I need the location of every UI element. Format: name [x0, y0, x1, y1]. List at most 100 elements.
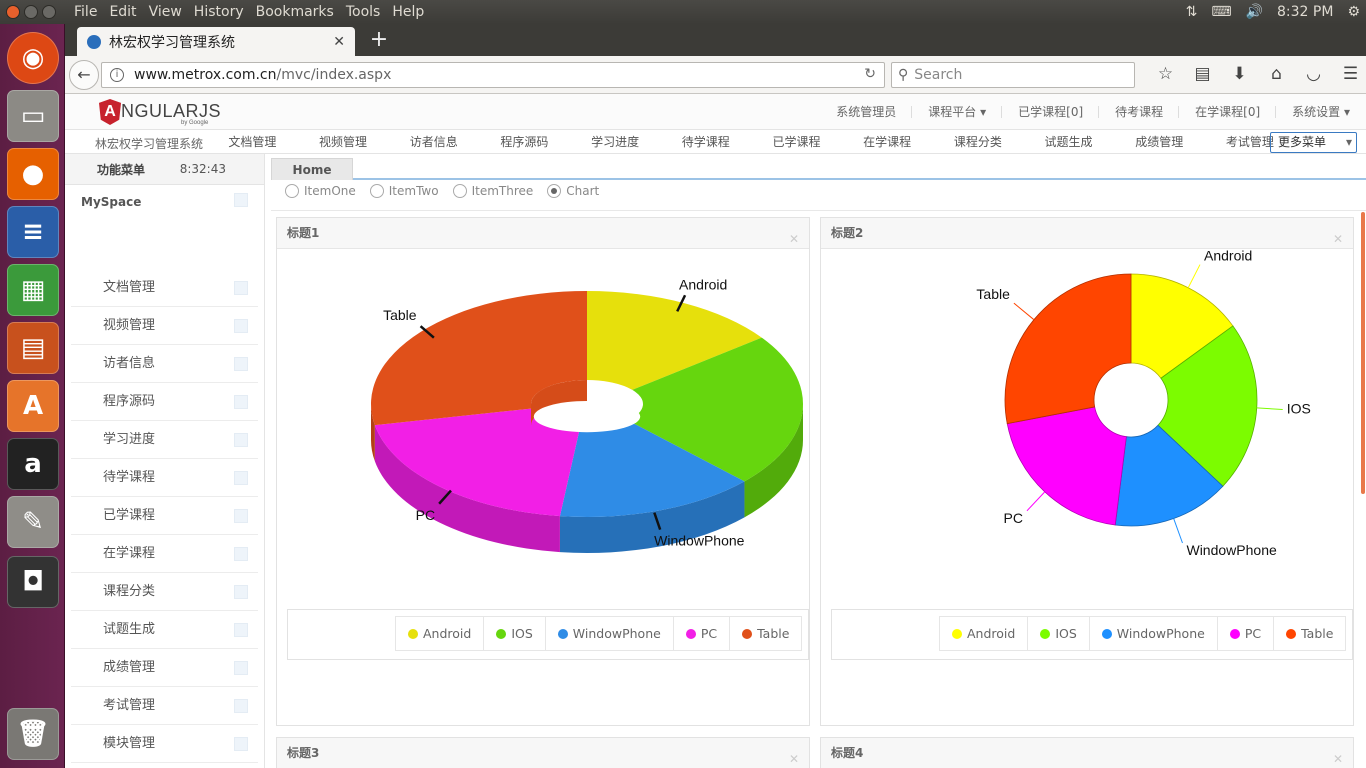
app-menubar: File Edit View History Bookmarks Tools H… [68, 4, 430, 20]
panel-close-icon[interactable]: ✕ [789, 744, 799, 768]
files-icon[interactable]: ▭ [7, 90, 59, 142]
menu-view[interactable]: View [143, 4, 188, 20]
sidebar-item[interactable]: 程序源码 [71, 383, 258, 421]
sidebar-item-label: 考试管理 [103, 698, 156, 713]
legend-item[interactable]: WindowPhone [1090, 617, 1218, 650]
window-close-icon[interactable] [6, 5, 20, 19]
nav-system-settings[interactable]: 系统设置 ▾ [1276, 94, 1366, 130]
subnav-item[interactable]: 成绩管理 [1114, 130, 1205, 154]
legend-item[interactable]: Android [940, 617, 1029, 650]
menu-bookmarks[interactable]: Bookmarks [250, 4, 340, 20]
tab-home[interactable]: Home [271, 158, 353, 180]
radio-itemthree[interactable]: ItemThree [452, 184, 533, 198]
nav-pending-exams[interactable]: 待考课程 [1099, 94, 1180, 130]
logo-byline: by Google [181, 120, 209, 126]
bookmark-star-icon[interactable]: ☆ [1147, 64, 1184, 84]
subnav-item[interactable]: 课程分类 [933, 130, 1024, 154]
sidebar-item[interactable]: 试题生成 [71, 611, 258, 649]
sidebar-item[interactable]: 模块管理 [71, 725, 258, 763]
menu-file[interactable]: File [68, 4, 103, 20]
window-minimize-icon[interactable] [24, 5, 38, 19]
subnav-item[interactable]: 程序源码 [479, 130, 570, 154]
calc-icon[interactable]: ▦ [7, 264, 59, 316]
reading-list-icon[interactable]: ▤ [1184, 64, 1221, 84]
menu-help[interactable]: Help [386, 4, 430, 20]
subnav-item[interactable]: 文档管理 [207, 130, 298, 154]
hamburger-menu-icon[interactable]: ☰ [1332, 64, 1366, 84]
sidebar-header: 功能菜单 8:32:43 [65, 154, 264, 185]
nav-learned-courses[interactable]: 已学课程[0] [1002, 94, 1100, 130]
home-icon[interactable]: ⌂ [1258, 64, 1295, 84]
angularjs-logo[interactable]: A NGULARJS by Google [99, 98, 221, 126]
myspace-label[interactable]: MySpace [81, 195, 141, 209]
amazon-icon[interactable]: a [7, 438, 59, 490]
reload-icon[interactable]: ↻ [864, 66, 876, 82]
radio-itemone[interactable]: ItemOne [285, 184, 356, 198]
subnav-item[interactable]: 已学课程 [751, 130, 842, 154]
legend-item[interactable]: WindowPhone [546, 617, 674, 650]
legend-item[interactable]: IOS [1028, 617, 1090, 650]
menu-tools[interactable]: Tools [340, 4, 387, 20]
downloads-icon[interactable]: ⬇ [1221, 64, 1258, 84]
sidebar-item[interactable]: 考试管理 [71, 687, 258, 725]
software-center-icon[interactable]: A [7, 380, 59, 432]
browser-tab[interactable]: 林宏权学习管理系统 ✕ [77, 27, 355, 56]
pocket-icon[interactable]: ◡ [1295, 64, 1332, 84]
ubuntu-dash-icon[interactable]: ◉ [7, 32, 59, 84]
legend-item[interactable]: PC [1218, 617, 1275, 650]
keyboard-icon[interactable]: ⌨ [1211, 4, 1231, 20]
firefox-icon[interactable]: ● [7, 148, 59, 200]
myspace-toggle-icon[interactable] [234, 193, 248, 207]
sidebar-item[interactable]: 成绩管理 [71, 649, 258, 687]
subnav-item[interactable]: 学习进度 [570, 130, 661, 154]
panel-close-icon[interactable]: ✕ [1333, 744, 1343, 768]
legend-item[interactable]: IOS [484, 617, 546, 650]
legend-item[interactable]: Table [1274, 617, 1345, 650]
radio-itemtwo[interactable]: ItemTwo [369, 184, 439, 198]
sidebar-item[interactable]: 课程分类 [71, 573, 258, 611]
trash-icon[interactable]: 🗑 [7, 708, 59, 760]
sidebar-item[interactable]: 在学课程 [71, 535, 258, 573]
sidebar-item[interactable]: 访者信息 [71, 345, 258, 383]
clock[interactable]: 8:32 PM [1277, 4, 1333, 20]
legend-item[interactable]: Android [396, 617, 485, 650]
sidebar-item-icon [234, 547, 248, 561]
volume-icon[interactable]: 🔊 [1246, 4, 1263, 20]
pie-slice[interactable] [1004, 273, 1132, 425]
page-scrollbar[interactable] [1361, 212, 1365, 494]
sidebar-item[interactable]: 已学课程 [71, 497, 258, 535]
pie-slice[interactable] [1006, 406, 1127, 526]
site-info-icon[interactable]: i [110, 68, 124, 82]
sidebar-item[interactable]: 待学课程 [71, 459, 258, 497]
system-settings-icon[interactable]: ✎ [7, 496, 59, 548]
sidebar-item[interactable]: 学习进度 [71, 421, 258, 459]
subnav-item[interactable]: 访者信息 [388, 130, 479, 154]
window-controls [6, 5, 68, 19]
nav-admin[interactable]: 系统管理员 [820, 94, 913, 130]
legend-item[interactable]: Table [730, 617, 801, 650]
nav-current-courses[interactable]: 在学课程[0] [1179, 94, 1277, 130]
workspace-switcher-icon[interactable]: ◘ [7, 556, 59, 608]
writer-icon[interactable]: ≡ [7, 206, 59, 258]
subnav-item[interactable]: 在学课程 [842, 130, 933, 154]
sidebar-item[interactable]: 视频管理 [71, 307, 258, 345]
sidebar-item[interactable]: 文档管理 [71, 269, 258, 307]
more-menu-dropdown[interactable]: 更多菜单 [1270, 132, 1357, 153]
impress-icon[interactable]: ▤ [7, 322, 59, 374]
url-bar[interactable]: i www.metrox.com.cn/mvc/index.aspx ↻ [101, 62, 885, 88]
subnav-item[interactable]: 试题生成 [1023, 130, 1114, 154]
back-button[interactable]: ← [69, 60, 99, 90]
tab-close-icon[interactable]: ✕ [333, 34, 345, 50]
nav-course-platform[interactable]: 课程平台 ▾ [912, 94, 1002, 130]
subnav-item[interactable]: 视频管理 [298, 130, 389, 154]
search-input[interactable]: ⚲ Search [891, 62, 1135, 88]
menu-history[interactable]: History [188, 4, 250, 20]
subnav-item[interactable]: 待学课程 [660, 130, 751, 154]
network-icon[interactable]: ⇅ [1186, 4, 1198, 20]
settings-gear-icon[interactable]: ⚙ [1347, 4, 1360, 20]
new-tab-button[interactable]: + [365, 27, 393, 53]
menu-edit[interactable]: Edit [103, 4, 142, 20]
legend-item[interactable]: PC [674, 617, 731, 650]
radio-chart[interactable]: Chart [547, 184, 599, 198]
window-maximize-icon[interactable] [42, 5, 56, 19]
